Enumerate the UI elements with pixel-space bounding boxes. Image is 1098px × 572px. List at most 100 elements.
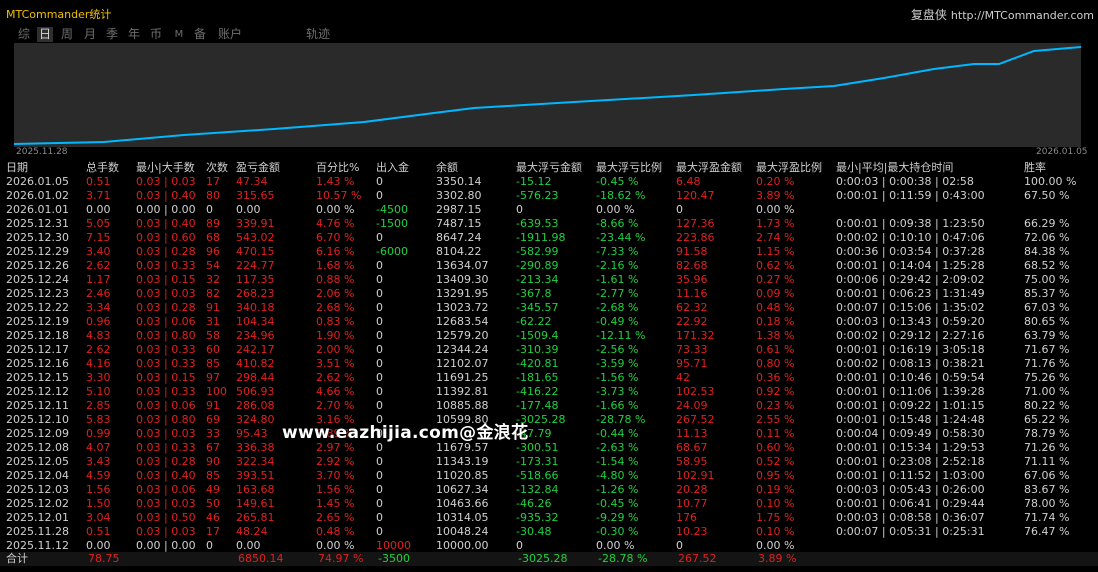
table-row[interactable]: 2026.01.05 0.51 0.03 | 0.03 17 47.34 1.43 % 0 3… xyxy=(0,175,1098,189)
table-row[interactable]: 2025.12.10 5.83 0.03 | 0.80 69 324.80 3.16 % 0… xyxy=(0,413,1098,427)
table-row[interactable]: 2025.12.11 2.85 0.03 | 0.06 91 286.08 2.70 % 0… xyxy=(0,399,1098,413)
tab-currency[interactable]: 币 xyxy=(148,27,164,42)
table-row[interactable]: 2025.12.08 4.07 0.03 | 0.33 67 336.38 2.97 % 0… xyxy=(0,441,1098,455)
cell-max-float-loss-pct: -1.66 % xyxy=(596,399,639,412)
table-row[interactable]: 2025.12.01 3.04 0.03 | 0.50 46 265.81 2.65 % 0… xyxy=(0,511,1098,525)
tab-account[interactable]: 账户 xyxy=(214,27,246,42)
cell-total-lots: 2.46 xyxy=(86,287,111,300)
header-max-float-loss-pct[interactable]: 最大浮亏比例 xyxy=(590,160,670,175)
table-row[interactable]: 2026.01.02 3.71 0.03 | 0.40 80 315.65 10.57 %… xyxy=(0,189,1098,203)
cell-deposit: 0 xyxy=(376,399,383,412)
cell-max-float-profit: 11.16 xyxy=(676,287,708,300)
cell-max-float-loss-pct: -23.44 % xyxy=(596,231,646,244)
title-bar: MTCommander统计 复盘侠 http://MTCommander.com xyxy=(0,0,1098,24)
cell-max-float-loss: -1509.4 xyxy=(516,329,559,342)
tab-week[interactable]: 周 xyxy=(59,27,75,42)
table-row[interactable]: 2025.12.30 7.15 0.03 | 0.60 68 543.02 6.70 % 0… xyxy=(0,231,1098,245)
table-row[interactable]: 2025.12.12 5.10 0.03 | 0.33 100 506.93 4.66 %… xyxy=(0,385,1098,399)
table-row[interactable]: 2025.12.02 1.50 0.03 | 0.03 50 149.61 1.45 % 0… xyxy=(0,497,1098,511)
header-percent[interactable]: 百分比% xyxy=(310,160,370,175)
chart-end-date: 2026.01.05 xyxy=(1036,147,1088,157)
cell-balance: 10885.88 xyxy=(436,399,489,412)
cell-win-rate: 71.76 % xyxy=(1024,357,1070,370)
cell-hold-time: 0:00:01 | 0:10:46 | 0:59:54 xyxy=(836,371,985,384)
table-row[interactable]: 2025.12.23 2.46 0.03 | 0.03 82 268.23 2.06 % 0… xyxy=(0,287,1098,301)
cell-date: 2026.01.02 xyxy=(6,189,69,202)
table-row[interactable]: 2025.12.18 4.83 0.03 | 0.80 58 234.96 1.90 % 0… xyxy=(0,329,1098,343)
table-row[interactable]: 2025.12.16 4.16 0.03 | 0.33 85 410.82 3.51 % 0… xyxy=(0,357,1098,371)
cell-win-rate: 75.26 % xyxy=(1024,371,1070,384)
header-deposit[interactable]: 出入金 xyxy=(370,160,430,175)
cell-total-lots: 1.17 xyxy=(86,273,111,286)
tab-month[interactable]: 月 xyxy=(82,27,98,42)
table-row[interactable]: 2025.12.05 3.43 0.03 | 0.28 90 322.34 2.92 % 0… xyxy=(0,455,1098,469)
tab-year[interactable]: 年 xyxy=(126,27,142,42)
tab-zong[interactable]: 综 xyxy=(16,27,32,42)
cell-max-float-loss-pct: -2.68 % xyxy=(596,301,639,314)
table-row[interactable]: 2025.12.19 0.96 0.03 | 0.06 31 104.34 0.83 % 0… xyxy=(0,315,1098,329)
tab-note[interactable]: 备 xyxy=(192,27,208,42)
cell-max-float-profit-pct: 0.10 % xyxy=(756,525,795,538)
header-count[interactable]: 次数 xyxy=(200,160,230,175)
cell-date: 2025.12.18 xyxy=(6,329,69,342)
brand[interactable]: 复盘侠 http://MTCommander.com xyxy=(911,6,1094,23)
header-profit[interactable]: 盈亏金额 xyxy=(230,160,310,175)
table-row[interactable]: 2025.12.26 2.62 0.03 | 0.33 54 224.77 1.68 % 0… xyxy=(0,259,1098,273)
table-row[interactable]: 2026.01.01 0.00 0.00 | 0.00 0 0.00 0.00 % -450… xyxy=(0,203,1098,217)
cell-percent: 0.00 % xyxy=(316,539,355,552)
cell-max-float-loss-pct: -1.56 % xyxy=(596,371,639,384)
cell-win-rate: 65.22 % xyxy=(1024,413,1070,426)
cell-max-float-profit: 24.09 xyxy=(676,399,708,412)
cell-date: 2025.11.12 xyxy=(6,539,69,552)
cell-min-max-lots: 0.03 | 0.06 xyxy=(136,315,196,328)
cell-max-float-profit-pct: 0.52 % xyxy=(756,455,795,468)
table-row[interactable]: 2025.12.04 4.59 0.03 | 0.40 85 393.51 3.70 % 0… xyxy=(0,469,1098,483)
table-row[interactable]: 2025.12.31 5.05 0.03 | 0.40 89 339.91 4.76 % -… xyxy=(0,217,1098,231)
table-row[interactable]: 2025.12.15 3.30 0.03 | 0.15 97 298.44 2.62 % 0… xyxy=(0,371,1098,385)
header-min-max-lots[interactable]: 最小|大手数 xyxy=(130,160,200,175)
cell-max-float-loss: -576.23 xyxy=(516,189,559,202)
header-balance[interactable]: 余额 xyxy=(430,160,510,175)
cell-total-lots: 0.99 xyxy=(86,427,111,440)
tab-m[interactable]: M xyxy=(171,27,187,42)
cell-max-float-profit-pct: 0.10 % xyxy=(756,497,795,510)
header-max-float-loss[interactable]: 最大浮亏金额 xyxy=(510,160,590,175)
brand-url[interactable]: http://MTCommander.com xyxy=(951,9,1094,22)
cell-max-float-loss-pct: 0.00 % xyxy=(596,539,635,552)
header-win-rate[interactable]: 胜率 xyxy=(1018,160,1098,175)
cell-max-float-loss-pct: -1.61 % xyxy=(596,273,639,286)
cell-count: 31 xyxy=(206,315,220,328)
cell-max-float-profit: 10.77 xyxy=(676,497,708,510)
cell-max-float-profit-pct: 0.09 % xyxy=(756,287,795,300)
header-total-lots[interactable]: 总手数 xyxy=(80,160,130,175)
table-row[interactable]: 2025.12.03 1.56 0.03 | 0.06 49 163.68 1.56 % 0… xyxy=(0,483,1098,497)
table-row[interactable]: 2025.11.28 0.51 0.03 | 0.03 17 48.24 0.48 % 0 1… xyxy=(0,525,1098,539)
cell-max-float-loss: -345.57 xyxy=(516,301,559,314)
cell-win-rate: 76.47 % xyxy=(1024,525,1070,538)
cell-max-float-loss: 0 xyxy=(516,203,523,216)
app-title: MTCommander统计 xyxy=(6,8,112,21)
tab-day[interactable]: 日 xyxy=(37,27,53,42)
header-max-float-profit[interactable]: 最大浮盈金额 xyxy=(670,160,750,175)
cell-min-max-lots: 0.03 | 0.40 xyxy=(136,217,196,230)
cell-profit: 0.00 xyxy=(236,203,261,216)
cell-max-float-loss-pct: -1.26 % xyxy=(596,483,639,496)
cell-count: 91 xyxy=(206,399,220,412)
cell-max-float-profit: 0 xyxy=(676,539,683,552)
cell-date: 2025.12.11 xyxy=(6,399,69,412)
table-row[interactable]: 2025.12.24 1.17 0.03 | 0.15 32 117.35 0.88 % 0… xyxy=(0,273,1098,287)
header-hold-time[interactable]: 最小|平均|最大持仓时间 xyxy=(830,160,1018,175)
header-max-float-profit-pct[interactable]: 最大浮盈比例 xyxy=(750,160,830,175)
table-row[interactable]: 2025.12.29 3.40 0.03 | 0.28 96 470.15 6.16 % -… xyxy=(0,245,1098,259)
table-row[interactable]: 2025.12.09 0.99 0.03 | 0.03 33 95.43 0.89 % 0-… xyxy=(0,427,1098,441)
cell-max-float-loss: -518.66 xyxy=(516,469,559,482)
header-date[interactable]: 日期 xyxy=(0,160,80,175)
cell-date: 2026.01.05 xyxy=(6,175,69,188)
tab-quarter[interactable]: 季 xyxy=(104,27,120,42)
cell-deposit: 0 xyxy=(376,357,383,370)
table-row[interactable]: 2025.12.17 2.62 0.03 | 0.33 60 242.17 2.00 % 0… xyxy=(0,343,1098,357)
cell-win-rate: 66.29 % xyxy=(1024,217,1070,230)
table-row[interactable]: 2025.11.12 0.00 0.00 | 0.00 0 0.00 0.00 % 1000… xyxy=(0,539,1098,553)
table-row[interactable]: 2025.12.22 3.34 0.03 | 0.28 91 340.18 2.68 % 0… xyxy=(0,301,1098,315)
tab-track[interactable]: 轨迹 xyxy=(302,27,334,42)
